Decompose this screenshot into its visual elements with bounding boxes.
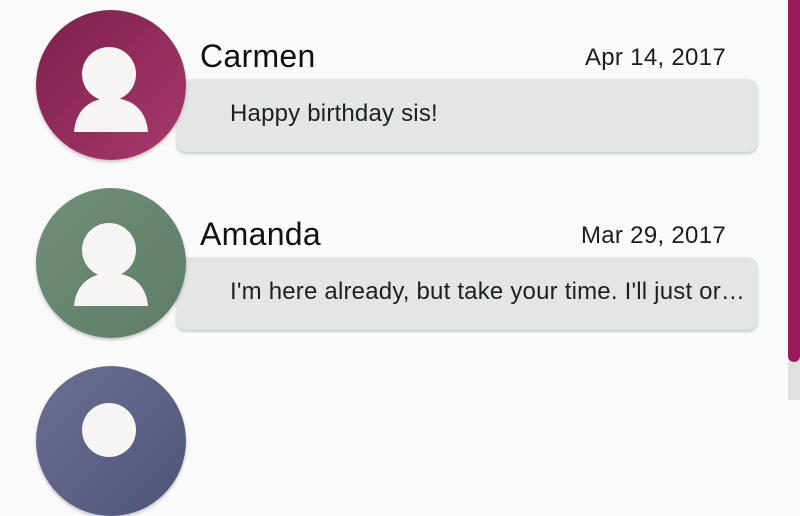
message-preview-bubble[interactable]: I'm here already, but take your time. I'… — [176, 257, 758, 330]
contact-name: Amanda — [200, 216, 321, 252]
avatar[interactable] — [36, 366, 186, 516]
scroll-thumb[interactable] — [788, 0, 800, 362]
conversation-list[interactable]: Carmen Apr 14, 2017 Happy birthday sis! … — [0, 0, 790, 516]
scrollbar[interactable] — [788, 0, 800, 400]
conversation-item-carmen[interactable]: Carmen Apr 14, 2017 Happy birthday sis! — [36, 10, 766, 160]
avatar[interactable] — [36, 10, 186, 160]
conversation-item-partial[interactable] — [36, 366, 766, 516]
message-preview-bubble[interactable]: Happy birthday sis! — [176, 79, 758, 152]
conversation-item-amanda[interactable]: Amanda Mar 29, 2017 I'm here already, bu… — [36, 188, 766, 338]
message-preview: I'm here already, but take your time. I'… — [230, 278, 750, 305]
message-preview: Happy birthday sis! — [230, 100, 438, 127]
person-icon — [36, 188, 186, 338]
avatar[interactable] — [36, 188, 186, 338]
person-icon — [36, 10, 186, 160]
contact-name: Carmen — [200, 38, 316, 74]
message-date: Mar 29, 2017 — [580, 222, 726, 249]
message-date: Apr 14, 2017 — [584, 44, 726, 71]
person-icon — [36, 366, 186, 516]
